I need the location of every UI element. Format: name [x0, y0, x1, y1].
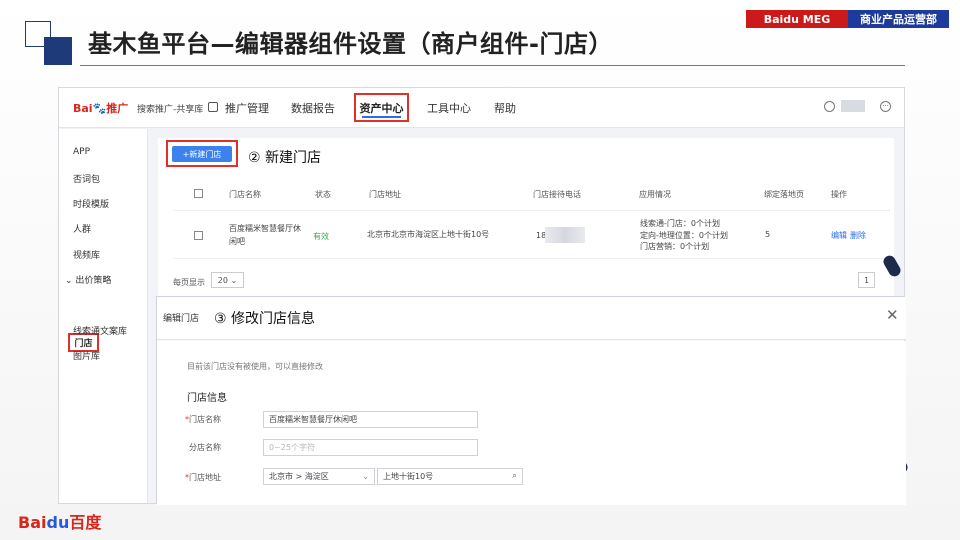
- baidu-logo: Bai🐾推广: [73, 102, 129, 115]
- sidebar-item-app[interactable]: APP: [73, 147, 90, 157]
- tag-department: 商业产品运营部: [848, 10, 949, 28]
- sidebar-item-image-library[interactable]: 图片库: [73, 349, 100, 362]
- col-status: 状态: [315, 190, 331, 199]
- col-usage: 应用情况: [639, 190, 671, 199]
- chevron-down-icon: ⌄: [362, 472, 369, 481]
- switch-icon[interactable]: [208, 102, 218, 112]
- select-all-checkbox[interactable]: [194, 189, 203, 198]
- branch-name-label: 分店名称: [189, 443, 221, 452]
- sidebar-item-lead-copy-library[interactable]: 线索通文案库: [73, 324, 127, 337]
- col-actions: 操作: [831, 190, 847, 199]
- search-icon[interactable]: ⌕: [512, 471, 517, 481]
- sidebar: APP 否词包 时段模版 人群 视频库 ⌄ 出价策略 门店 线索通文案库 图片库: [59, 129, 148, 503]
- address-detail-input[interactable]: 上地十街10号 ⌕: [377, 468, 523, 485]
- new-store-button[interactable]: +新建门店: [172, 146, 232, 162]
- cell-usage-line2: 定向-地理位置：0个计划: [640, 231, 728, 240]
- nav-reports[interactable]: 数据报告: [291, 100, 335, 116]
- cell-status: 有效: [313, 232, 329, 241]
- app-topbar: Bai🐾推广 搜索推广-共享库 推广管理 数据报告 资产中心 工具中心 帮助 ·…: [59, 88, 904, 128]
- cell-store-name-line2: 闲吧: [229, 237, 245, 246]
- store-name-label: *门店名称: [185, 415, 221, 424]
- sidebar-item-schedule-template[interactable]: 时段模版: [73, 197, 109, 210]
- baidu-footer-logo: Baidu百度: [18, 513, 102, 532]
- row-divider: [173, 258, 890, 259]
- delete-link[interactable]: 删除: [850, 230, 866, 241]
- edit-store-modal: 编辑门店 ③ 修改门店信息 ✕ 目前该门店没有被使用，可以直接修改 门店信息 *…: [156, 296, 906, 505]
- account-scope-label: 搜索推广-共享库: [137, 105, 204, 115]
- sidebar-item-video-library[interactable]: 视频库: [73, 248, 100, 261]
- col-store-name: 门店名称: [229, 190, 261, 199]
- page-size-label: 每页显示: [173, 278, 205, 287]
- close-icon[interactable]: ✕: [886, 306, 899, 324]
- slide-title: 基木鱼平台—编辑器组件设置（商户组件-门店）: [88, 30, 613, 58]
- row-checkbox[interactable]: [194, 231, 203, 240]
- cell-usage-line3: 门店营销：0个计划: [640, 242, 710, 251]
- col-phone: 门店接待电话: [533, 190, 581, 199]
- nav-help[interactable]: 帮助: [494, 100, 516, 116]
- step3-annotation: ③ 修改门店信息: [214, 311, 316, 327]
- username-blurred: [841, 100, 865, 112]
- header-divider: [173, 210, 890, 211]
- title-underline: [80, 65, 905, 66]
- col-address: 门店地址: [369, 190, 401, 199]
- modal-header: 编辑门店 ③ 修改门店信息 ✕: [157, 297, 906, 340]
- store-name-input[interactable]: 百度糯米智慧餐厅休闲吧: [263, 411, 478, 428]
- tag-baidu-meg: Baidu MEG: [746, 10, 848, 28]
- cell-address: 北京市北京市海淀区上地十街10号: [367, 230, 490, 239]
- phone-blurred: [545, 227, 585, 243]
- page-number-button[interactable]: 1: [858, 272, 875, 288]
- user-icon[interactable]: [824, 101, 835, 112]
- section-title: 门店信息: [187, 393, 227, 404]
- usage-notice: 目前该门店没有被使用，可以直接修改: [187, 362, 323, 371]
- cell-store-name-line1: 百度糯米智慧餐厅休: [229, 224, 301, 233]
- sidebar-item-negative-words[interactable]: 否词包: [73, 172, 100, 185]
- header-decor-fill: [44, 37, 72, 65]
- modal-title: 编辑门店: [163, 314, 200, 324]
- store-address-label: *门店地址: [185, 473, 221, 482]
- nav-promotion[interactable]: 推广管理: [225, 100, 269, 116]
- cell-landing-count: 5: [765, 230, 771, 239]
- step2-annotation: ② 新建门店: [248, 150, 322, 166]
- sidebar-item-audience[interactable]: 人群: [73, 222, 91, 235]
- page-size-select[interactable]: 20 ⌄: [211, 272, 244, 288]
- cell-usage-line1: 线索通-门店：0个计划: [640, 219, 720, 228]
- nav-asset-center[interactable]: 资产中心: [354, 93, 409, 122]
- more-icon[interactable]: ···: [880, 101, 891, 112]
- modal-body: 目前该门店没有被使用，可以直接修改 门店信息 *门店名称 百度糯米智慧餐厅休闲吧…: [157, 341, 906, 505]
- col-landing-page: 绑定落地页: [764, 190, 804, 199]
- branch-name-input[interactable]: 0~25个字符: [263, 439, 478, 456]
- sidebar-item-bid-strategy[interactable]: ⌄ 出价策略: [65, 273, 111, 286]
- address-region-select[interactable]: 北京市 > 海淀区 ⌄: [263, 468, 375, 485]
- nav-tools[interactable]: 工具中心: [427, 100, 471, 116]
- edit-link[interactable]: 编辑: [831, 230, 847, 241]
